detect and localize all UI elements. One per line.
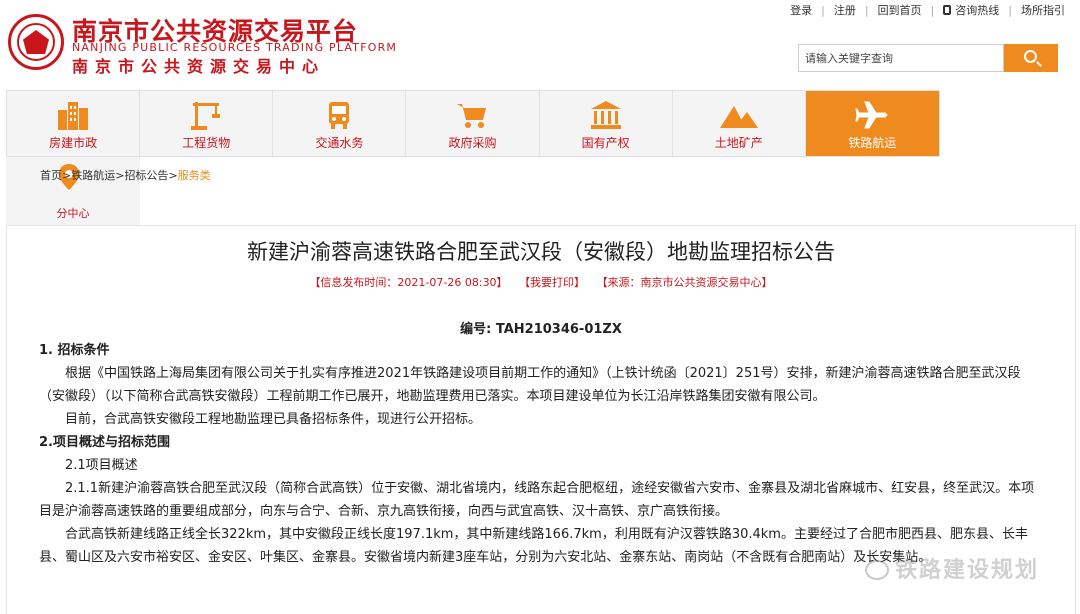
search-button[interactable]: [1004, 44, 1058, 72]
article-meta: 【信息发布时间：2021-07-26 08:30】 【我要打印】 【来源：南京市…: [7, 274, 1075, 290]
home-link[interactable]: 回到首页: [869, 2, 931, 18]
bus-icon: [322, 100, 356, 134]
article-title: 新建沪渝蓉高速铁路合肥至武汉段（安徽段）地勘监理招标公告: [247, 240, 835, 264]
watermark: 铁路建设规划: [864, 552, 1039, 584]
mountain-icon: [719, 100, 759, 134]
building-icon: [56, 100, 90, 134]
nav-label: 房建市政: [49, 136, 98, 150]
nav-item-construction[interactable]: 房建市政: [7, 91, 141, 156]
breadcrumb-current: 服务类: [177, 169, 211, 182]
nav-item-land-mineral[interactable]: 土地矿产: [672, 91, 806, 156]
article-panel: 新建沪渝蓉高速铁路合肥至武汉段（安徽段）地勘监理招标公告 【信息发布时间：202…: [6, 225, 1076, 614]
nav-item-government-procurement[interactable]: 政府采购: [406, 91, 540, 156]
sub-center-label: 分中心: [56, 207, 90, 220]
venue-guide-link[interactable]: 场所指引: [1012, 2, 1074, 18]
nav-label: 政府采购: [448, 136, 497, 150]
paragraph: 2.1项目概述: [65, 458, 138, 473]
bank-icon: [589, 100, 623, 134]
site-header: 南京市公共资源交易平台 NANJING PUBLIC RESOURCES TRA…: [0, 0, 1080, 88]
main-nav: 房建市政 工程货物 交通水务 政府采购 国有产权 土地矿产 铁路航运: [6, 90, 940, 157]
wechat-icon: [864, 560, 889, 580]
publish-time: 【信息发布时间：2021-07-26 08:30】: [309, 276, 508, 289]
nav-item-engineering-goods[interactable]: 工程货物: [140, 91, 274, 156]
nav-label: 工程货物: [182, 136, 231, 150]
nav-item-state-property[interactable]: 国有产权: [539, 91, 673, 156]
login-link[interactable]: 登录: [781, 2, 821, 18]
hotline-link[interactable]: 咨询热线: [934, 2, 1008, 18]
nav-item-railway-aviation[interactable]: 铁路航运: [805, 91, 939, 156]
nav-item-transport-water[interactable]: 交通水务: [273, 91, 407, 156]
search-bar: [798, 44, 1058, 72]
breadcrumb-home[interactable]: 首页: [40, 169, 62, 182]
search-icon: [1024, 50, 1037, 63]
breadcrumb-tender-notice[interactable]: 招标公告: [124, 169, 168, 182]
section-heading: 2.项目概述与招标范围: [39, 435, 170, 450]
nav-label: 国有产权: [581, 136, 630, 150]
paragraph: 目前，合武高铁安徽段工程地勘监理已具备招标条件，现进行公开招标。: [65, 412, 482, 427]
cart-icon: [455, 100, 489, 134]
nav-label: 铁路航运: [848, 136, 897, 150]
crane-icon: [189, 100, 223, 134]
logo-seal-icon[interactable]: [8, 14, 64, 70]
breadcrumb: 首页>铁路航运>招标公告>服务类: [40, 169, 211, 182]
phone-icon: [943, 5, 952, 15]
top-links: 登录 | 注册 | 回到首页 | 咨询热线 | 场所指引: [781, 2, 1074, 18]
airplane-icon: [855, 100, 889, 134]
article-content: 1. 招标条件 根据《中国铁路上海局集团有限公司关于扎实有序推进2021年铁路建…: [39, 339, 1039, 569]
breadcrumb-railway[interactable]: 铁路航运: [71, 169, 115, 182]
print-link[interactable]: 【我要打印】: [519, 276, 585, 289]
section-heading: 1. 招标条件: [39, 343, 110, 358]
register-link[interactable]: 注册: [825, 2, 865, 18]
nav-label: 土地矿产: [714, 136, 763, 150]
logo-center-name: 南京市公共资源交易中心: [72, 57, 326, 76]
tender-code: 编号: TAH210346-01ZX: [460, 322, 622, 337]
paragraph: 2.1.1新建沪渝蓉高铁合肥至武汉段（简称合武高铁）位于安徽、湖北省境内，线路东…: [39, 481, 1035, 519]
nav-label: 交通水务: [315, 136, 364, 150]
search-input[interactable]: [798, 44, 1004, 72]
paragraph: 根据《中国铁路上海局集团有限公司关于扎实有序推进2021年铁路建设项目前期工作的…: [39, 366, 1021, 404]
source-label: 【来源：南京市公共资源交易中心】: [596, 276, 773, 289]
